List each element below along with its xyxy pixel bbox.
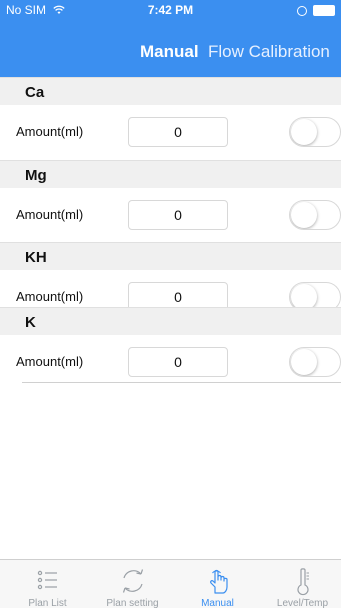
row-ca: Amount(ml) 0: [0, 105, 341, 160]
status-right: [297, 5, 335, 16]
toggle-knob: [291, 202, 317, 228]
section-title: Mg: [25, 167, 47, 184]
thermometer-icon: [265, 566, 340, 596]
toggle-mg[interactable]: [289, 200, 341, 230]
section-header-mg: Mg: [0, 160, 341, 189]
list-divider: [22, 382, 341, 383]
toggle-ca[interactable]: [289, 117, 341, 147]
tab-plan-list[interactable]: Plan List: [10, 566, 85, 609]
tab-level-temp[interactable]: Level/Temp: [265, 566, 340, 609]
refresh-icon: [95, 566, 170, 596]
amount-label: Amount(ml): [16, 354, 84, 369]
amount-label: Amount(ml): [16, 124, 84, 139]
list-icon: [10, 566, 85, 596]
nav-bar: Manual Flow Calibration: [0, 38, 341, 68]
amount-label: Amount(ml): [16, 289, 84, 304]
tab-flow-calibration[interactable]: Flow Calibration: [208, 42, 330, 62]
tab-bar: Plan List Plan setting Manual Level/Temp: [0, 559, 341, 609]
section-header-k: K: [0, 307, 341, 336]
manual-content: Ca Amount(ml) 0 Mg Amount(ml) 0 KH Amoun…: [0, 77, 341, 559]
row-mg: Amount(ml) 0: [0, 188, 341, 243]
status-bar: No SIM 7:42 PM: [0, 0, 341, 20]
amount-input-k[interactable]: 0: [128, 347, 228, 377]
section-title: K: [25, 314, 36, 331]
tab-plan-setting[interactable]: Plan setting: [95, 566, 170, 609]
amount-input-mg[interactable]: 0: [128, 200, 228, 230]
tab-label: Plan setting: [106, 598, 159, 609]
amount-input-ca[interactable]: 0: [128, 117, 228, 147]
tab-label: Manual: [201, 598, 234, 609]
tab-manual[interactable]: Manual: [140, 42, 199, 62]
toggle-knob: [291, 349, 317, 375]
hand-pointer-icon: [180, 566, 255, 596]
section-header-kh: KH: [0, 242, 341, 271]
section-title: KH: [25, 249, 47, 266]
toggle-k[interactable]: [289, 347, 341, 377]
app-header: No SIM 7:42 PM Manual Flow Calibration: [0, 0, 341, 77]
tab-manual-bottom[interactable]: Manual: [180, 566, 255, 609]
tab-label: Level/Temp: [276, 598, 329, 609]
toggle-knob: [291, 119, 317, 145]
tab-label: Plan List: [28, 598, 67, 609]
battery-icon: [313, 5, 335, 16]
status-time: 7:42 PM: [147, 3, 194, 17]
charging-icon: [297, 5, 307, 16]
section-header-ca: Ca: [0, 77, 341, 106]
section-title: Ca: [25, 84, 45, 101]
amount-label: Amount(ml): [16, 207, 84, 222]
